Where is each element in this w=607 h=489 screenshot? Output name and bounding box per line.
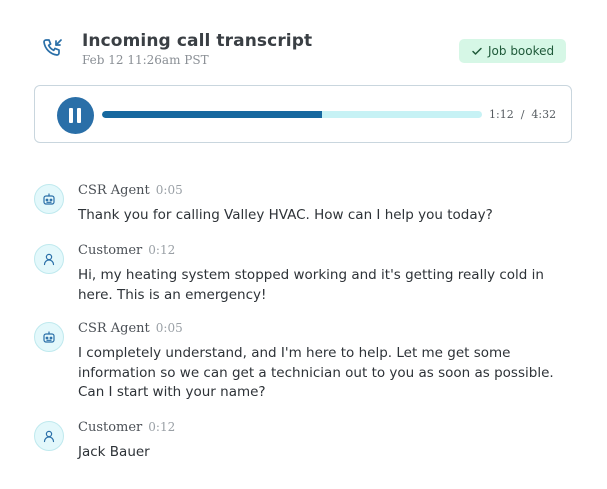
total-time: 4:32 xyxy=(531,108,557,121)
user-icon xyxy=(43,253,55,266)
playback-progress-bar[interactable] xyxy=(102,111,482,118)
speaker-name: Customer xyxy=(78,420,143,435)
avatar xyxy=(34,421,64,451)
message-time: 0:05 xyxy=(155,321,183,335)
speaker-name: CSR Agent xyxy=(78,183,150,198)
message-text: I completely understand, and I'm here to… xyxy=(78,345,554,400)
call-timestamp: Feb 12 11:26am PST xyxy=(82,53,209,67)
robot-icon xyxy=(43,331,55,343)
playback-time: 1:12 / 4:32 xyxy=(489,108,556,121)
avatar xyxy=(34,322,64,352)
playback-progress-fill xyxy=(102,111,323,118)
page-title: Incoming call transcript xyxy=(82,31,313,51)
avatar xyxy=(34,184,64,214)
pause-button[interactable] xyxy=(57,97,94,134)
message-time: 0:05 xyxy=(155,183,183,197)
message-text: Jack Bauer xyxy=(78,444,150,460)
status-badge: Job booked xyxy=(459,39,567,63)
current-time: 1:12 xyxy=(489,108,514,121)
robot-icon xyxy=(43,193,55,205)
message-meta: CSR Agent 0:05 xyxy=(78,321,183,336)
speaker-name: Customer xyxy=(78,243,143,258)
message-time: 0:12 xyxy=(148,243,176,257)
audio-player: 1:12 / 4:32 xyxy=(34,85,572,143)
message-text: Thank you for calling Valley HVAC. How c… xyxy=(78,207,493,223)
time-separator: / xyxy=(520,108,525,121)
speaker-name: CSR Agent xyxy=(78,321,150,336)
user-icon xyxy=(43,430,55,443)
message-meta: CSR Agent 0:05 xyxy=(78,183,183,198)
status-badge-label: Job booked xyxy=(488,44,555,58)
check-icon xyxy=(472,47,482,55)
message-time: 0:12 xyxy=(148,420,176,434)
message-meta: Customer 0:12 xyxy=(78,420,175,435)
message-meta: Customer 0:12 xyxy=(78,243,175,258)
message-text: Hi, my heating system stopped working an… xyxy=(78,267,544,303)
incoming-call-icon xyxy=(43,39,62,56)
transcript-header: Incoming call transcript Feb 12 11:26am … xyxy=(41,30,574,70)
avatar xyxy=(34,244,64,274)
